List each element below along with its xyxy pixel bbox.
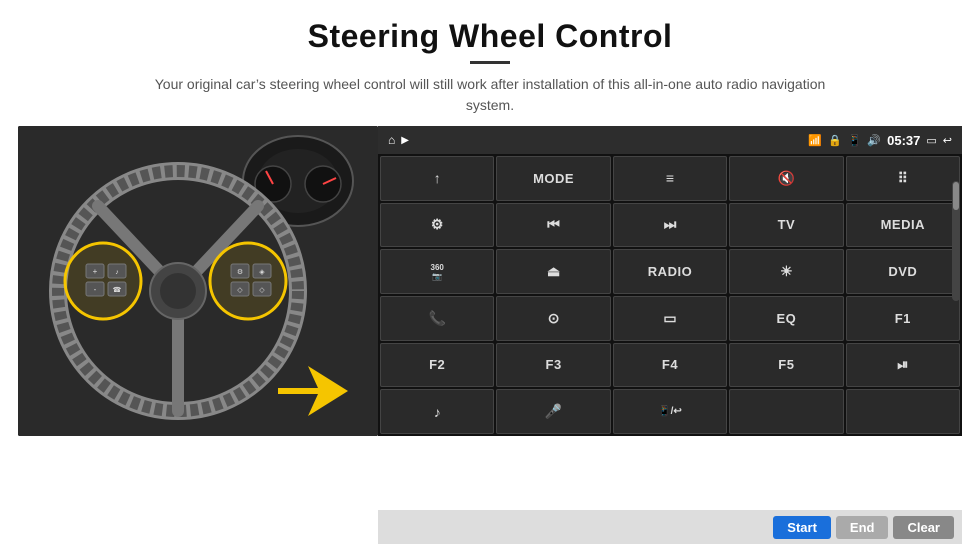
play-pause-icon: ⏯ (897, 356, 908, 373)
scrollbar-thumb (953, 182, 959, 210)
btn-phone-call[interactable]: 📱/↩ (613, 389, 727, 434)
settings-icon: ⚙ (431, 216, 444, 233)
menu-icon: ≡ (666, 170, 674, 186)
steering-wheel-bg: + - ♪ ☎ ⚙ ◇ ◈ ◇ (18, 126, 378, 436)
status-time: 05:37 (887, 133, 920, 148)
navi-icon: ⊙ (548, 310, 560, 327)
end-button[interactable]: End (836, 516, 889, 539)
btn-media[interactable]: MEDIA (846, 203, 960, 248)
bt-icon: 🔊 (867, 134, 881, 147)
btn-tv[interactable]: TV (729, 203, 843, 248)
status-right: 📶 🔒 📱 🔊 05:37 ▭ ↩ (808, 133, 952, 148)
svg-text:⚙: ⚙ (237, 268, 243, 276)
control-panel: ⌂ ▶ 📶 🔒 📱 🔊 05:37 ▭ ↩ (378, 126, 962, 436)
btn-brightness[interactable]: ☀ (729, 249, 843, 294)
lock-icon: 🔒 (828, 134, 842, 147)
btn-eject[interactable]: ⏏ (496, 249, 610, 294)
wifi-icon: 📶 (808, 134, 822, 147)
svg-text:◇: ◇ (259, 287, 265, 294)
svg-text:+: + (93, 267, 98, 276)
sim-icon: 📱 (848, 134, 862, 147)
status-bar: ⌂ ▶ 📶 🔒 📱 🔊 05:37 ▭ ↩ (378, 126, 962, 154)
btn-360cam[interactable]: 360 📷 (380, 249, 494, 294)
back-icon: ↩ (943, 134, 952, 147)
next-icon: ⏭ (664, 216, 677, 233)
btn-navi[interactable]: ⊙ (496, 296, 610, 341)
screen-icon: ▭ (926, 134, 936, 147)
btn-f4[interactable]: F4 (613, 343, 727, 388)
btn-mode[interactable]: MODE (496, 156, 610, 201)
nav-icon: ↑ (434, 170, 441, 186)
svg-text:☎: ☎ (113, 286, 122, 294)
right-panel-wrapper: ⌂ ▶ 📶 🔒 📱 🔊 05:37 ▭ ↩ (378, 126, 962, 544)
steering-wheel-svg: + - ♪ ☎ ⚙ ◇ ◈ ◇ (18, 126, 378, 436)
music-icon: ♪ (434, 404, 441, 420)
btn-prev[interactable]: ⏮ (496, 203, 610, 248)
btn-f5[interactable]: F5 (729, 343, 843, 388)
btn-f2[interactable]: F2 (380, 343, 494, 388)
mute-icon: 🔇 (778, 170, 795, 187)
svg-text:♪: ♪ (115, 269, 119, 276)
status-left: ⌂ ▶ (388, 133, 409, 147)
action-bar: Start End Clear (378, 510, 962, 544)
home-icon: ⌂ (388, 133, 395, 147)
btn-menu[interactable]: ≡ (613, 156, 727, 201)
btn-dvd[interactable]: DVD (846, 249, 960, 294)
phone-call-icon: 📱/↩ (658, 406, 682, 417)
scrollbar-track (952, 181, 960, 301)
btn-mirror[interactable]: ▭ (613, 296, 727, 341)
mic-icon: 🎤 (545, 403, 562, 420)
page-container: Steering Wheel Control Your original car… (0, 0, 980, 544)
header-section: Steering Wheel Control Your original car… (0, 0, 980, 126)
panel-relative: ⌂ ▶ 📶 🔒 📱 🔊 05:37 ▭ ↩ (378, 126, 962, 510)
content-section: + - ♪ ☎ ⚙ ◇ ◈ ◇ (0, 126, 980, 544)
title-divider (470, 61, 510, 64)
navigate-icon: ▶ (401, 135, 409, 146)
btn-nav[interactable]: ↑ (380, 156, 494, 201)
page-title: Steering Wheel Control (40, 18, 940, 55)
btn-mic[interactable]: 🎤 (496, 389, 610, 434)
page-subtitle: Your original car’s steering wheel contr… (140, 74, 840, 116)
start-button[interactable]: Start (773, 516, 831, 539)
btn-f1[interactable]: F1 (846, 296, 960, 341)
svg-text:-: - (94, 285, 97, 294)
clear-button[interactable]: Clear (893, 516, 954, 539)
apps-icon: ⠿ (898, 170, 908, 187)
btn-empty-2 (846, 389, 960, 434)
btn-mute[interactable]: 🔇 (729, 156, 843, 201)
btn-play-pause[interactable]: ⏯ (846, 343, 960, 388)
btn-music[interactable]: ♪ (380, 389, 494, 434)
eject-icon: ⏏ (547, 263, 560, 280)
svg-text:◇: ◇ (237, 287, 243, 294)
btn-apps[interactable]: ⠿ (846, 156, 960, 201)
btn-phone[interactable]: 📞 (380, 296, 494, 341)
svg-text:◈: ◈ (259, 269, 265, 276)
btn-eq[interactable]: EQ (729, 296, 843, 341)
prev-icon: ⏮ (547, 216, 560, 233)
btn-settings[interactable]: ⚙ (380, 203, 494, 248)
btn-f3[interactable]: F3 (496, 343, 610, 388)
phone-icon: 📞 (428, 310, 445, 327)
btn-radio[interactable]: RADIO (613, 249, 727, 294)
car-image: + - ♪ ☎ ⚙ ◇ ◈ ◇ (18, 126, 378, 436)
mirror-icon: ▭ (663, 310, 676, 327)
btn-empty-1 (729, 389, 843, 434)
brightness-icon: ☀ (780, 263, 793, 280)
button-grid: ↑ MODE ≡ 🔇 ⠿ ⚙ ⏮ ⏭ TV MEDIA 360 (378, 154, 962, 436)
cam-icon: 📷 (432, 272, 442, 281)
btn-next[interactable]: ⏭ (613, 203, 727, 248)
